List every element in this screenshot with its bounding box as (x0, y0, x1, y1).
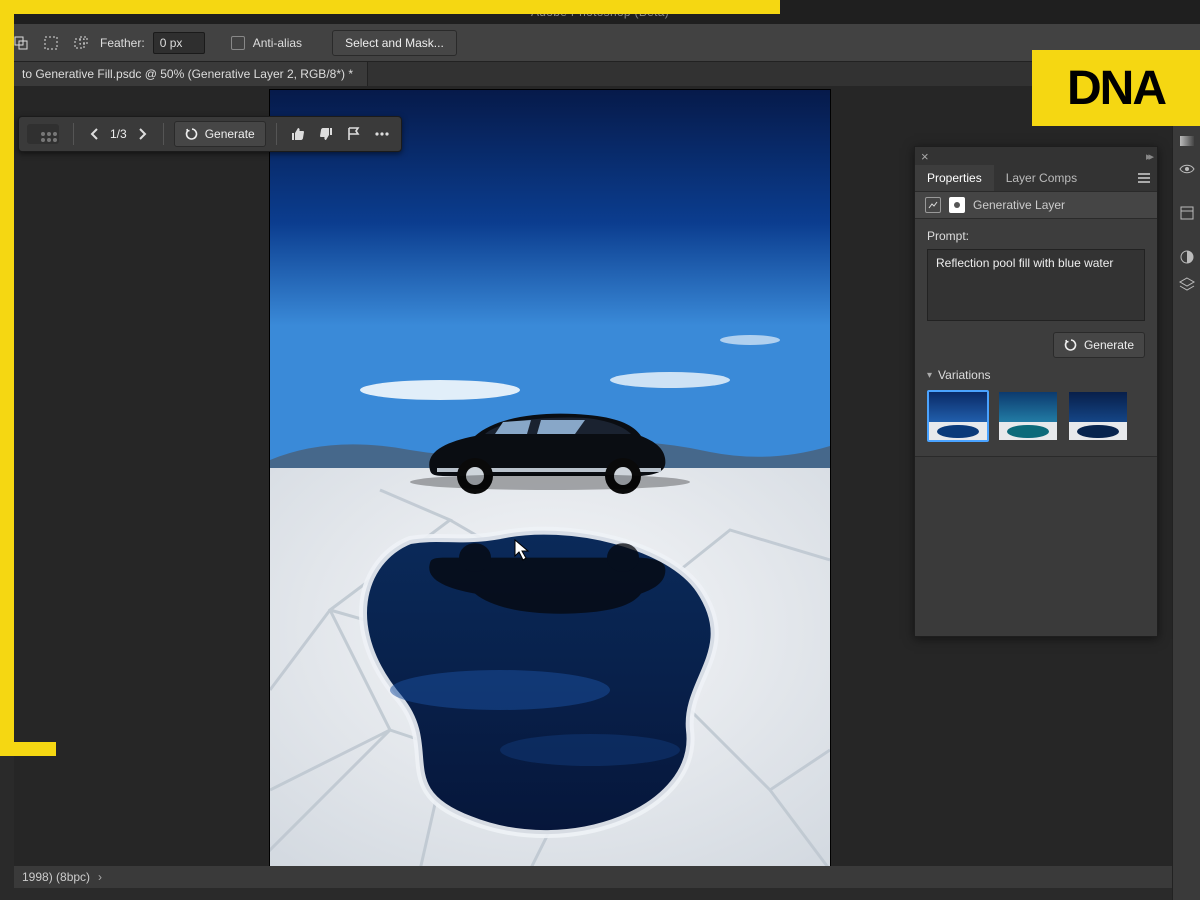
variation-thumb-3[interactable] (1067, 390, 1129, 442)
close-icon[interactable]: × (921, 149, 929, 164)
panel-empty-area (915, 456, 1157, 636)
generative-task-bar[interactable]: 1/3 Generate (18, 116, 402, 152)
layer-type-icon (925, 197, 941, 213)
select-and-mask-label: Select and Mask... (345, 36, 444, 50)
tab-layer-comps-label: Layer Comps (1006, 171, 1077, 185)
flag-button[interactable] (343, 123, 365, 145)
prev-variation-button[interactable] (84, 123, 106, 145)
properties-panel: × ▸▸ Properties Layer Comps Generative L… (914, 146, 1158, 637)
brand-frame-left (0, 0, 14, 756)
brand-badge: DNA (1032, 50, 1200, 126)
gradients-panel-icon[interactable] (1178, 132, 1196, 150)
antialias-label: Anti-alias (253, 36, 302, 50)
variation-pager: 1/3 (108, 127, 129, 141)
variation-thumbnails (927, 390, 1145, 442)
feather-value: 0 px (160, 36, 183, 50)
feather-input[interactable]: 0 px (153, 32, 205, 54)
generate-label: Generate (205, 127, 255, 141)
add-selection-icon[interactable] (70, 32, 92, 54)
drag-handle-icon[interactable] (27, 124, 59, 144)
options-bar: Feather: 0 px Anti-alias Select and Mask… (0, 24, 1200, 62)
panel-layer-header: Generative Layer (915, 191, 1157, 219)
status-disclosure-icon[interactable]: › (98, 870, 102, 884)
select-and-mask-button[interactable]: Select and Mask... (332, 30, 457, 56)
panel-tabs: Properties Layer Comps (915, 165, 1157, 191)
antialias-checkbox[interactable] (231, 36, 245, 50)
right-panel-strip (1172, 62, 1200, 900)
generate-button[interactable]: Generate (174, 121, 266, 147)
panel-titlebar[interactable]: × ▸▸ (915, 147, 1157, 165)
layer-type-label: Generative Layer (973, 198, 1065, 212)
status-text: 1998) (8bpc) (22, 870, 90, 884)
generate-icon (185, 127, 199, 141)
collapse-icon[interactable]: ▸▸ (1146, 150, 1151, 163)
patterns-panel-icon[interactable] (1178, 160, 1196, 178)
new-selection-icon[interactable] (40, 32, 62, 54)
document-tabs: to Generative Fill.psdc @ 50% (Generativ… (14, 62, 1200, 86)
divider (73, 123, 74, 145)
next-variation-button[interactable] (131, 123, 153, 145)
divider (163, 123, 164, 145)
variations-label: Variations (938, 368, 990, 382)
panel-generate-button[interactable]: Generate (1053, 332, 1145, 358)
layers-panel-icon[interactable] (1178, 276, 1196, 294)
prompt-input[interactable] (927, 249, 1145, 321)
variations-header[interactable]: ▾ Variations (927, 368, 1145, 382)
adjustments-panel-icon[interactable] (1178, 248, 1196, 266)
panel-menu-icon[interactable] (1131, 172, 1157, 184)
status-bar: 1998) (8bpc) › (14, 866, 1172, 888)
generate-icon (1064, 338, 1078, 352)
disclosure-triangle-icon: ▾ (927, 370, 932, 381)
libraries-panel-icon[interactable] (1178, 204, 1196, 222)
brand-logo-text: DNA (1067, 61, 1165, 116)
brand-frame-corner (14, 742, 56, 756)
document-tab[interactable]: to Generative Fill.psdc @ 50% (Generativ… (14, 62, 368, 86)
tab-properties[interactable]: Properties (915, 165, 994, 191)
divider (276, 123, 277, 145)
panel-generate-label: Generate (1084, 338, 1134, 352)
document-tab-title: to Generative Fill.psdc @ 50% (Generativ… (22, 67, 353, 81)
prompt-label: Prompt: (927, 229, 1145, 243)
brand-frame-top (0, 0, 780, 14)
more-options-button[interactable] (371, 123, 393, 145)
variation-thumb-2[interactable] (997, 390, 1059, 442)
document-image (270, 90, 830, 870)
variation-thumb-1[interactable] (927, 390, 989, 442)
mask-icon (949, 197, 965, 213)
tab-properties-label: Properties (927, 171, 982, 185)
feather-label: Feather: (100, 36, 145, 50)
thumbs-up-button[interactable] (287, 123, 309, 145)
tab-layer-comps[interactable]: Layer Comps (994, 165, 1089, 191)
thumbs-down-button[interactable] (315, 123, 337, 145)
